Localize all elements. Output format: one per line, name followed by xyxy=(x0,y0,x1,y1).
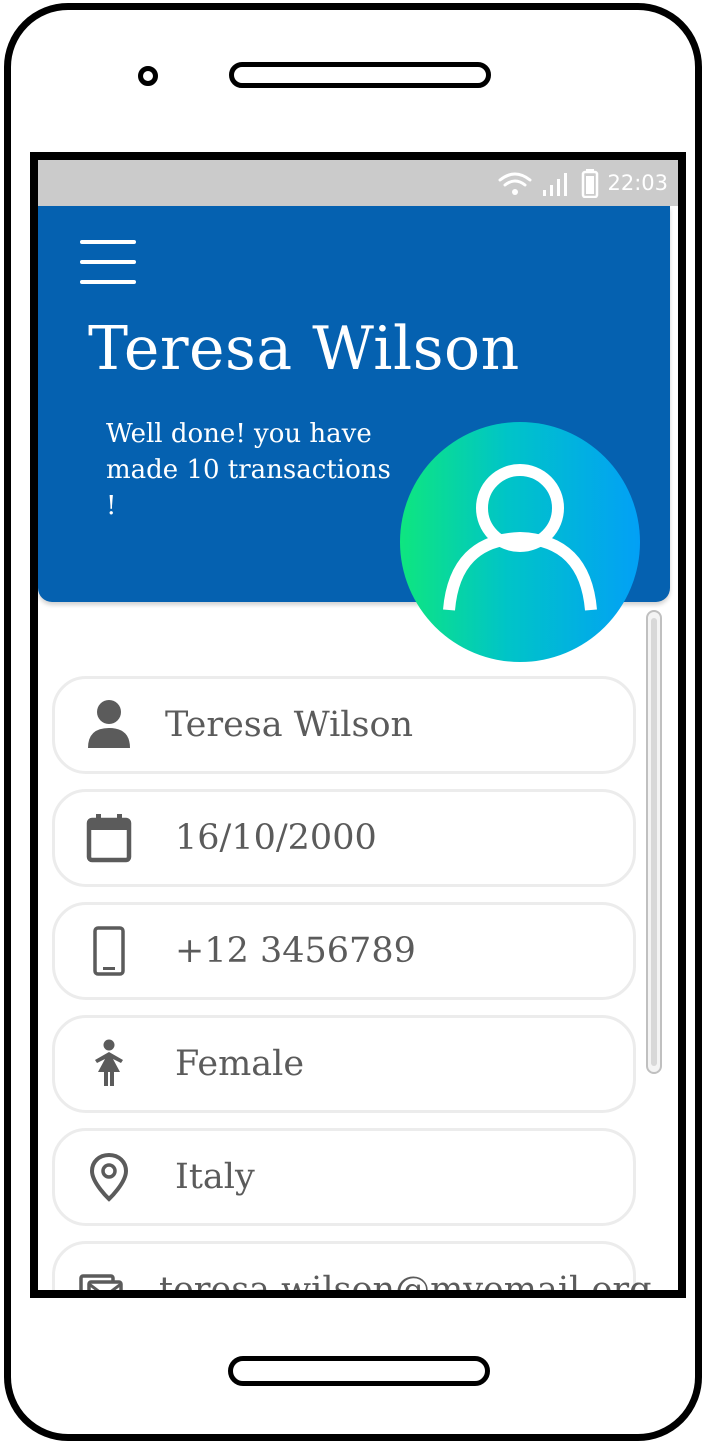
avatar[interactable] xyxy=(400,422,640,662)
field-phone[interactable]: +12 3456789 xyxy=(52,902,636,1000)
location-pin-icon xyxy=(77,1145,141,1209)
field-name-value: Teresa Wilson xyxy=(165,705,414,745)
field-country[interactable]: Italy xyxy=(52,1128,636,1226)
field-birthdate[interactable]: 16/10/2000 xyxy=(52,789,636,887)
signal-icon xyxy=(543,173,568,196)
wifi-icon xyxy=(498,172,532,195)
speaker-bottom xyxy=(228,1356,490,1386)
page-title: Teresa Wilson xyxy=(88,314,520,384)
hamburger-menu-icon[interactable] xyxy=(80,236,138,288)
person-icon xyxy=(77,693,141,757)
field-email-value: teresa.wilson@myemail.org xyxy=(159,1270,652,1298)
status-bar: 22:03 xyxy=(38,160,678,206)
field-gender-value: Female xyxy=(175,1044,305,1084)
phone-icon xyxy=(77,919,141,983)
user-avatar-icon xyxy=(443,464,597,611)
field-birthdate-value: 16/10/2000 xyxy=(175,818,377,858)
status-time: 22:03 xyxy=(607,171,668,195)
camera-icon xyxy=(138,66,158,86)
female-icon xyxy=(77,1032,141,1096)
field-email[interactable]: teresa.wilson@myemail.org xyxy=(52,1241,652,1290)
field-name[interactable]: Teresa Wilson xyxy=(52,676,636,774)
header-subtitle: Well done! you have made 10 transactions… xyxy=(106,419,391,521)
field-gender[interactable]: Female xyxy=(52,1015,636,1113)
field-phone-value: +12 3456789 xyxy=(175,931,416,971)
mail-icon xyxy=(77,1258,125,1290)
scrollbar[interactable] xyxy=(646,610,662,1074)
field-country-value: Italy xyxy=(175,1157,255,1197)
battery-icon xyxy=(582,169,599,198)
screen: 22:03 Teresa Wilson Well done! you have … xyxy=(30,152,686,1298)
calendar-icon xyxy=(77,806,141,870)
speaker-top xyxy=(229,62,491,88)
